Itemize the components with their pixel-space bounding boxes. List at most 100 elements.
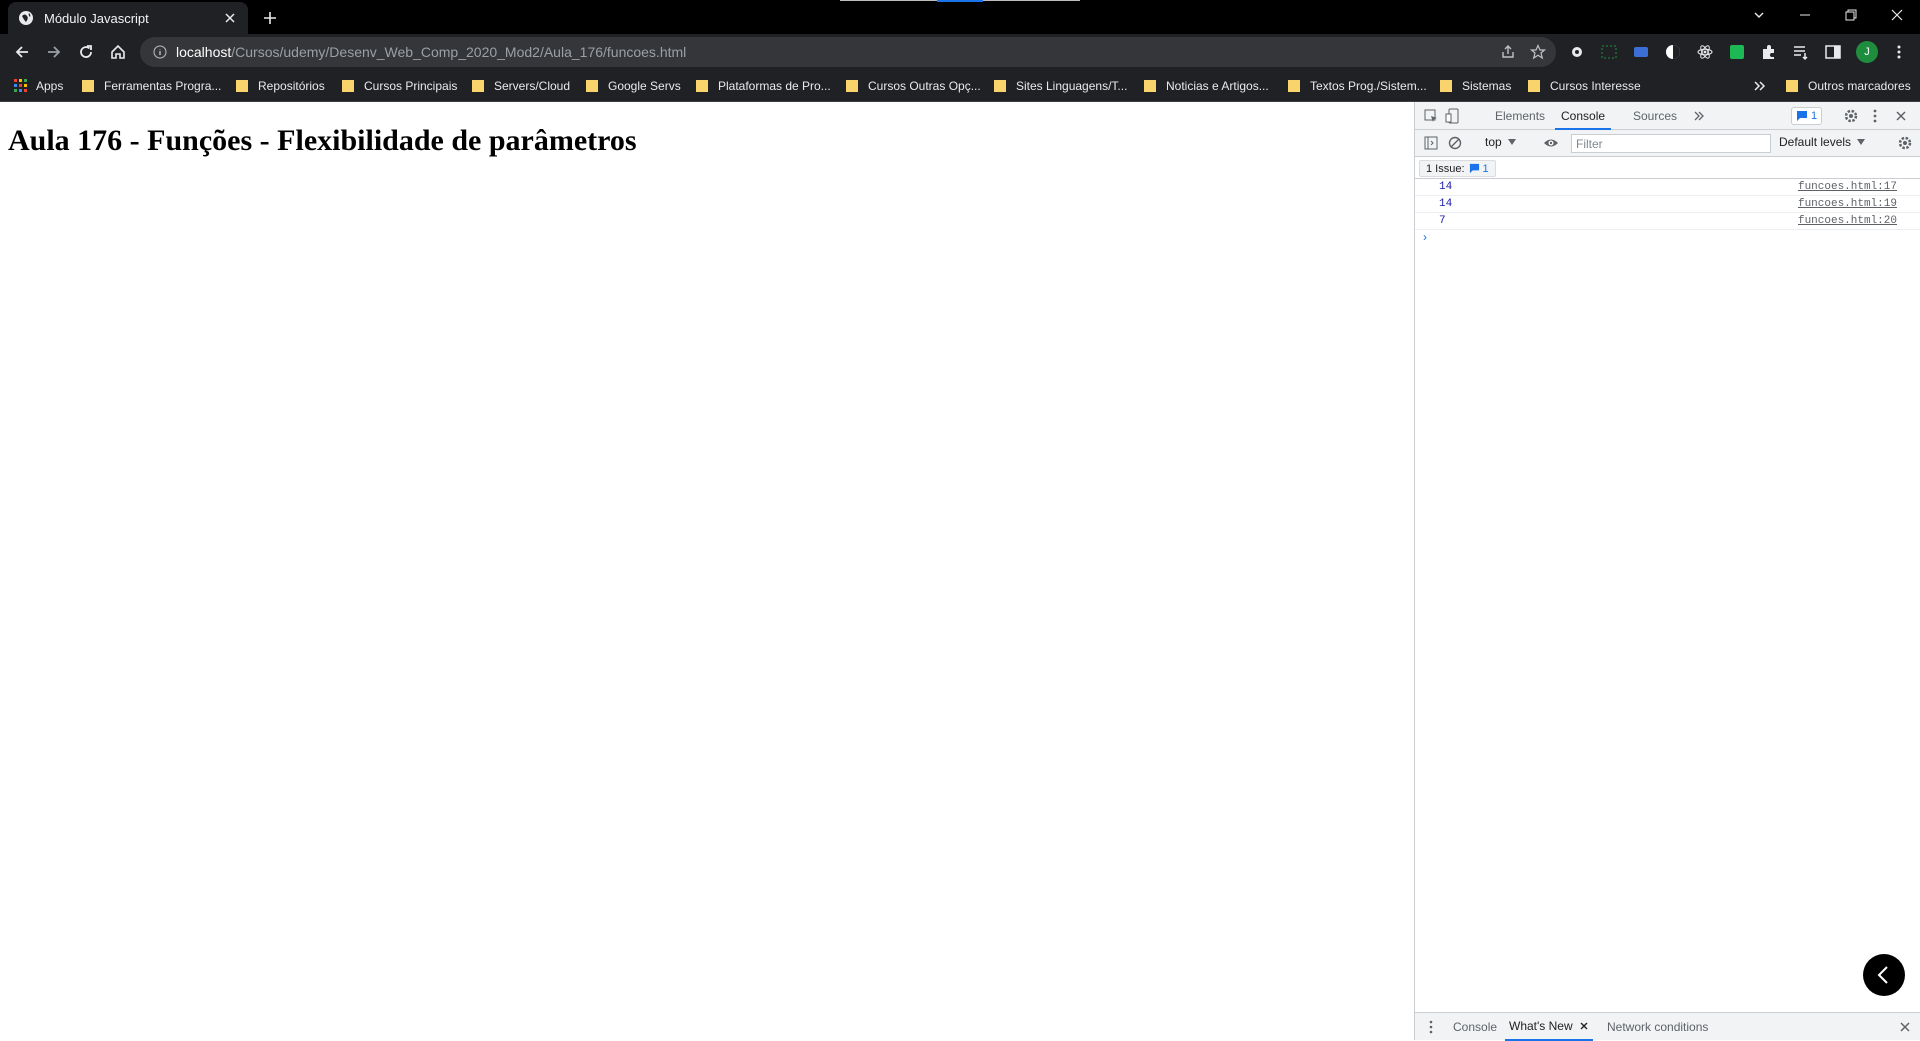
- close-drawer-icon[interactable]: [1897, 1019, 1913, 1035]
- folder-icon: [472, 79, 484, 93]
- bookmark-apps[interactable]: Apps: [14, 77, 63, 95]
- bookmark-label: Cursos Outras Opç...: [868, 79, 981, 93]
- clear-console-icon[interactable]: [1447, 135, 1463, 151]
- share-icon[interactable]: [1500, 44, 1516, 60]
- browser-toolbar: localhost /Cursos/udemy/Desenv_Web_Comp_…: [0, 34, 1920, 70]
- issues-button[interactable]: 1 Issue: 1: [1419, 160, 1496, 177]
- live-expression-eye-icon[interactable]: [1543, 135, 1559, 151]
- profile-avatar[interactable]: J: [1856, 41, 1878, 63]
- browser-tab[interactable]: Módulo Javascript: [8, 2, 248, 34]
- bookmark-folder[interactable]: Sites Linguagens/T...: [994, 77, 1127, 95]
- bookmark-folder[interactable]: Google Servs: [586, 77, 681, 95]
- device-toolbar-icon[interactable]: [1445, 108, 1461, 124]
- extension-circle-icon[interactable]: [1664, 43, 1682, 61]
- double-chevron-right-icon[interactable]: [1752, 78, 1768, 94]
- console-filter-input[interactable]: [1571, 134, 1771, 153]
- reading-list-icon[interactable]: [1792, 43, 1810, 61]
- console-messages: 14 funcoes.html:17 14 funcoes.html:19 7 …: [1415, 179, 1920, 230]
- drawer-tab-whats-new[interactable]: What's New: [1505, 1013, 1593, 1041]
- tab-console[interactable]: Console: [1555, 102, 1612, 130]
- dropdown-triangle-icon: [1857, 139, 1866, 145]
- drawer-tab-network-conditions[interactable]: Network conditions: [1607, 1013, 1708, 1041]
- log-levels-dropdown[interactable]: Default levels: [1779, 135, 1866, 149]
- bookmark-label: Apps: [36, 79, 64, 93]
- globe-icon: [18, 10, 34, 26]
- folder-icon: [1786, 79, 1798, 93]
- bookmark-folder[interactable]: Cursos Outras Opç...: [846, 77, 981, 95]
- source-link[interactable]: funcoes.html:19: [1798, 198, 1897, 210]
- context-selector[interactable]: top: [1485, 135, 1516, 149]
- address-bar[interactable]: localhost /Cursos/udemy/Desenv_Web_Comp_…: [140, 37, 1556, 67]
- drawer-tab-label: What's New: [1509, 1019, 1573, 1033]
- tab-sources[interactable]: Sources: [1633, 102, 1677, 130]
- devtools-tab-bar: Elements Console Sources 1: [1415, 102, 1920, 130]
- bookmark-label: Textos Prog./Sistem...: [1310, 79, 1427, 93]
- extension-react-icon[interactable]: [1696, 43, 1714, 61]
- log-levels-value: Default levels: [1779, 135, 1852, 149]
- inspect-element-icon[interactable]: [1423, 108, 1439, 124]
- back-arrow-icon[interactable]: [8, 38, 36, 66]
- issues-counter-badge[interactable]: 1: [1791, 107, 1823, 125]
- issues-count: 1: [1811, 110, 1818, 122]
- bookmark-folder[interactable]: Plataformas de Pro...: [696, 77, 831, 95]
- issues-pill-count: 1: [1482, 162, 1489, 175]
- sidebar-toggle-icon[interactable]: [1423, 135, 1439, 151]
- issues-label: 1 Issue:: [1426, 162, 1465, 175]
- forward-arrow-icon[interactable]: [40, 38, 68, 66]
- console-value: 14: [1439, 181, 1453, 193]
- tab-elements[interactable]: Elements: [1495, 102, 1545, 130]
- side-panel-icon[interactable]: [1824, 43, 1842, 61]
- bookmark-folder[interactable]: Noticias e Artigos...: [1144, 77, 1269, 95]
- source-link[interactable]: funcoes.html:20: [1798, 215, 1897, 227]
- console-prompt[interactable]: ›: [1423, 230, 1427, 244]
- bookmark-folder[interactable]: Servers/Cloud: [472, 77, 570, 95]
- bookmark-star-icon[interactable]: [1530, 44, 1546, 60]
- message-icon: [1796, 110, 1808, 122]
- restore-icon[interactable]: [1828, 0, 1874, 30]
- close-tab-icon[interactable]: [222, 10, 238, 26]
- bookmark-folder[interactable]: Textos Prog./Sistem...: [1288, 77, 1427, 95]
- console-message: 7 funcoes.html:20: [1415, 213, 1920, 230]
- home-icon[interactable]: [104, 38, 132, 66]
- drawer-tab-console[interactable]: Console: [1453, 1013, 1497, 1041]
- page-viewport: Aula 176 - Funções - Flexibilidade de pa…: [0, 102, 1414, 1040]
- bookmark-label: Repositórios: [258, 79, 325, 93]
- more-tabs-icon[interactable]: [1691, 108, 1707, 124]
- bookmark-label: Sistemas: [1462, 79, 1512, 93]
- source-link[interactable]: funcoes.html:17: [1798, 181, 1897, 193]
- reload-icon[interactable]: [72, 38, 100, 66]
- devtools-drawer: Console What's New Network conditions: [1415, 1012, 1920, 1041]
- apps-grid-icon: [14, 79, 28, 93]
- new-tab-button[interactable]: [258, 6, 282, 30]
- collapse-panel-button[interactable]: [1863, 954, 1905, 996]
- site-info-icon[interactable]: [152, 44, 168, 60]
- folder-icon: [236, 79, 248, 93]
- issues-bar: 1 Issue: 1: [1415, 157, 1920, 179]
- close-window-icon[interactable]: [1874, 0, 1920, 30]
- folder-icon: [696, 79, 708, 93]
- bookmark-folder[interactable]: Repositórios: [236, 77, 325, 95]
- other-bookmarks-folder[interactable]: Outros marcadores: [1786, 77, 1911, 95]
- menu-kebab-icon[interactable]: [1890, 43, 1908, 61]
- settings-gear-icon[interactable]: [1843, 108, 1859, 124]
- bookmark-folder[interactable]: Sistemas: [1440, 77, 1511, 95]
- devtools-panel: Elements Console Sources 1 top Filter De…: [1414, 102, 1920, 1041]
- bookmark-label: Cursos Interesse: [1550, 79, 1641, 93]
- console-value: 7: [1439, 215, 1446, 227]
- extension-screenshot-icon[interactable]: [1600, 43, 1618, 61]
- close-drawer-tab-icon[interactable]: [1579, 1021, 1589, 1031]
- bookmark-folder[interactable]: Cursos Interesse: [1528, 77, 1641, 95]
- minimize-icon[interactable]: [1782, 0, 1828, 30]
- bookmark-folder[interactable]: Ferramentas Progra...: [82, 77, 221, 95]
- console-settings-gear-icon[interactable]: [1897, 135, 1913, 151]
- extensions-puzzle-icon[interactable]: [1760, 43, 1778, 61]
- extension-green-square-icon[interactable]: [1728, 43, 1746, 61]
- tab-search-icon[interactable]: [1736, 0, 1782, 30]
- bookmark-folder[interactable]: Cursos Principais: [342, 77, 457, 95]
- close-devtools-icon[interactable]: [1893, 108, 1909, 124]
- extension-gear-icon[interactable]: [1568, 43, 1586, 61]
- bookmark-label: Outros marcadores: [1808, 79, 1911, 93]
- extension-card-icon[interactable]: [1632, 43, 1650, 61]
- drawer-menu-kebab-icon[interactable]: [1423, 1019, 1439, 1035]
- customize-kebab-icon[interactable]: [1867, 108, 1883, 124]
